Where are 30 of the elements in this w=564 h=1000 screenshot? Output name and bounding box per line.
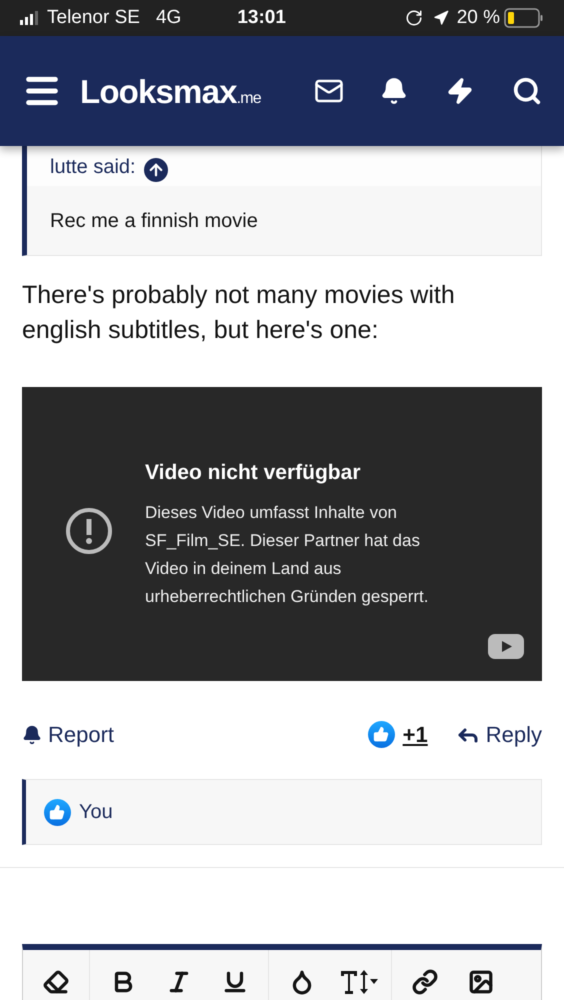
location-icon bbox=[432, 10, 449, 26]
underline-icon bbox=[222, 969, 248, 995]
network-type: 4G bbox=[156, 6, 182, 30]
like-icon bbox=[368, 721, 395, 748]
battery-percent: 20 % bbox=[456, 6, 500, 30]
arrow-up-icon[interactable] bbox=[144, 158, 168, 182]
report-button[interactable]: Report bbox=[22, 718, 114, 751]
reaction-users[interactable]: You bbox=[79, 797, 113, 827]
video-title: Video nicht verfügbar bbox=[145, 460, 362, 486]
error-icon bbox=[65, 507, 113, 555]
carrier-name: Telenor SE bbox=[47, 6, 140, 30]
post-text: There's probably not many movies with english subtitles, but here's one: bbox=[22, 280, 456, 346]
video-message: Dieses Video umfasst Inhalte von SF_Film_SE. Dieser Partner hat das Video in deinem Land aus urheberrechtlichen Gründen gesperrt. bbox=[145, 502, 430, 608]
image-icon bbox=[468, 969, 494, 995]
battery-icon bbox=[504, 8, 544, 28]
site-logo[interactable]: Looksmax.me bbox=[80, 74, 261, 108]
lightning-icon[interactable] bbox=[446, 77, 474, 105]
bell-icon[interactable] bbox=[380, 77, 408, 105]
link-icon bbox=[412, 969, 438, 995]
like-icon bbox=[44, 798, 71, 826]
quote-author[interactable]: lutte said: bbox=[50, 152, 136, 182]
eraser-icon bbox=[43, 969, 69, 995]
quote-text: Rec me a finnish movie bbox=[50, 208, 258, 234]
search-icon[interactable] bbox=[512, 76, 542, 106]
signal-icon bbox=[20, 11, 38, 25]
reaction-count[interactable]: +1 bbox=[402, 718, 428, 751]
bell-icon bbox=[22, 724, 42, 744]
reply-button[interactable]: Reply bbox=[456, 718, 542, 751]
clock-time: 13:01 bbox=[237, 6, 286, 30]
play-logo-icon bbox=[488, 634, 524, 659]
